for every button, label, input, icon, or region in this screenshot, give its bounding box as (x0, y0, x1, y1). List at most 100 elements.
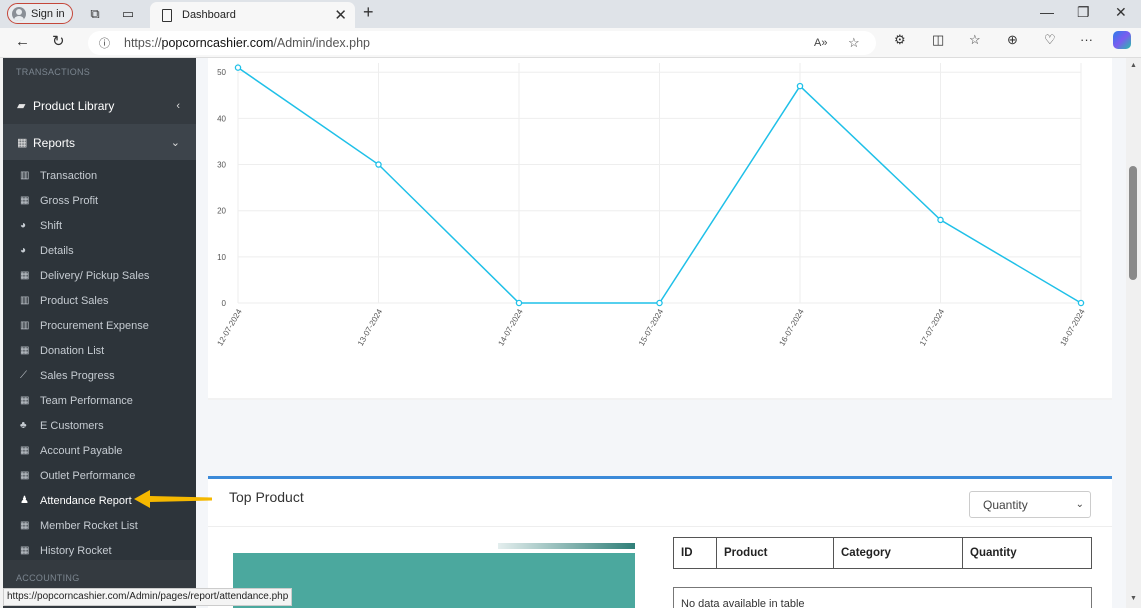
sidebar: TRANSACTIONS ▰ Product Library ‹ ▦ Repor… (3, 58, 196, 608)
read-aloud-icon[interactable]: A» (814, 37, 827, 49)
y-tick-label: 0 (222, 299, 227, 308)
restore-icon[interactable]: ❐ (1077, 4, 1090, 21)
info-icon[interactable]: ⓘ (99, 35, 110, 51)
tab-title: Dashboard (182, 9, 236, 21)
top-product-chart-area (233, 553, 635, 608)
url-domain: popcorncashier.com (161, 36, 274, 50)
y-tick-label: 10 (217, 253, 226, 262)
sidebar-item-gross-profit[interactable]: ▦ Gross Profit (3, 188, 196, 213)
sidebar-item-details[interactable]: ◕ Details (3, 238, 196, 263)
column-header-id[interactable]: ID (673, 537, 717, 569)
table-icon: ▦ (20, 470, 30, 481)
sidebar-item-label: Outlet Performance (40, 469, 136, 482)
sidebar-item-team-performance[interactable]: ▦ Team Performance (3, 388, 196, 413)
sidebar-item-label: Team Performance (40, 394, 133, 407)
sidebar-item-reports[interactable]: ▦ Reports ⌄ (3, 124, 196, 161)
table-icon: ▦ (20, 520, 30, 531)
chevron-down-icon: ⌄ (1075, 499, 1084, 510)
page-scrollbar[interactable]: ▲ ▼ (1126, 58, 1141, 608)
table-icon: ▦ (20, 345, 30, 356)
browser-essentials-icon[interactable]: ♡ (1044, 32, 1056, 48)
sidebar-item-e-customers[interactable]: ♣ E Customers (3, 413, 196, 438)
back-icon[interactable]: ← (15, 33, 30, 50)
sidebar-item-product-sales[interactable]: ▥ Product Sales (3, 288, 196, 313)
x-tick-label: 16-07-2024 (777, 307, 806, 347)
top-product-card: Top Product Quantity ⌄ ID Product Catego… (208, 476, 1112, 608)
users-icon: ♣ (20, 420, 27, 431)
more-menu-icon[interactable]: ··· (1080, 32, 1093, 47)
browser-tab-bar: Sign in ⧉ ▭ Dashboard ✕ + — ❐ ✕ (0, 0, 1141, 28)
x-tick-label: 14-07-2024 (496, 307, 525, 347)
sign-in-label: Sign in (31, 7, 65, 20)
column-header-quantity[interactable]: Quantity (962, 537, 1092, 569)
card-divider (208, 526, 1112, 527)
collections-icon[interactable]: ⊕ (1007, 32, 1018, 48)
refresh-icon[interactable]: ↻ (52, 32, 65, 50)
new-tab-icon[interactable]: + (363, 2, 374, 23)
chart-legend-gradient (498, 543, 635, 549)
column-header-product[interactable]: Product (716, 537, 834, 569)
status-bar-url: https://popcorncashier.com/Admin/pages/r… (3, 588, 293, 606)
favorite-star-icon[interactable]: ☆ (848, 35, 860, 51)
chevron-left-icon: ‹ (176, 99, 180, 112)
sidebar-item-label: Attendance Report (40, 494, 132, 507)
url-path: /Admin/index.php (273, 36, 370, 50)
profile-icon (12, 6, 26, 21)
x-tick-label: 13-07-2024 (356, 307, 385, 347)
bar-chart-icon: ▥ (20, 320, 30, 331)
x-tick-label: 17-07-2024 (918, 307, 947, 347)
book-icon: ▰ (17, 100, 26, 112)
sidebar-item-label: Shift (40, 219, 63, 232)
sidebar-item-delivery-pickup-sales[interactable]: ▦ Delivery/ Pickup Sales (3, 263, 196, 288)
split-screen-icon[interactable]: ◫ (932, 32, 944, 48)
sidebar-item-account-payable[interactable]: ▦ Account Payable (3, 438, 196, 463)
sidebar-item-label: Reports (33, 135, 76, 150)
sidebar-item-history-rocket[interactable]: ▦ History Rocket (3, 538, 196, 563)
copilot-icon[interactable] (1113, 31, 1131, 49)
scroll-down-icon[interactable]: ▼ (1130, 595, 1137, 602)
x-tick-label: 18-07-2024 (1058, 307, 1087, 347)
close-tab-icon[interactable]: ✕ (334, 6, 347, 24)
sidebar-item-sales-progress[interactable]: ⟋ Sales Progress (3, 363, 196, 388)
url-field[interactable]: ⓘ https://popcorncashier.com/Admin/index… (88, 31, 876, 55)
table-icon: ▦ (20, 395, 30, 406)
data-point (937, 216, 944, 224)
sidebar-item-label: E Customers (40, 419, 104, 432)
metric-select[interactable]: Quantity ⌄ (969, 491, 1091, 518)
sidebar-item-label: Gross Profit (40, 194, 99, 207)
sign-in-button[interactable]: Sign in (7, 3, 73, 24)
sidebar-item-donation-list[interactable]: ▦ Donation List (3, 338, 196, 363)
sidebar-item-label: Account Payable (40, 444, 123, 457)
page-icon (162, 8, 172, 22)
empty-table-message: No data available in table (673, 587, 1092, 608)
sales-line-chart: 0 10 20 30 40 50 12-07-2024 13-07-2024 14-07-202… (208, 63, 1112, 400)
x-tick-label: 12-07-2024 (215, 307, 244, 347)
workspaces-icon[interactable]: ⧉ (86, 5, 104, 23)
sidebar-item-product-library[interactable]: ▰ Product Library ‹ (3, 87, 196, 124)
extensions-icon[interactable]: ⚙ (894, 32, 906, 48)
sidebar-item-label: Details (40, 244, 74, 257)
table-icon: ▦ (20, 270, 30, 281)
line-chart-icon: ⟋ (20, 370, 27, 381)
sidebar-item-member-rocket-list[interactable]: ▦ Member Rocket List (3, 513, 196, 538)
sidebar-item-procurement-expense[interactable]: ▥ Procurement Expense (3, 313, 196, 338)
sidebar-item-label: Product Library (33, 98, 115, 113)
sidebar-item-shift[interactable]: ◕ Shift (3, 213, 196, 238)
sidebar-item-outlet-performance[interactable]: ▦ Outlet Performance (3, 463, 196, 488)
data-point (515, 299, 523, 307)
section-header-transactions: TRANSACTIONS (16, 67, 91, 77)
y-tick-label: 20 (217, 207, 226, 216)
data-point (796, 82, 804, 90)
sidebar-item-label: Transaction (40, 169, 98, 182)
tab-dashboard[interactable]: Dashboard ✕ (150, 2, 355, 28)
data-point (375, 161, 382, 168)
column-header-category[interactable]: Category (833, 537, 963, 569)
favorites-icon[interactable]: ☆ (969, 32, 981, 48)
scroll-up-icon[interactable]: ▲ (1130, 62, 1137, 69)
tab-actions-icon[interactable]: ▭ (119, 5, 137, 23)
sidebar-item-transaction[interactable]: ▥ Transaction (3, 163, 196, 188)
table-icon: ▦ (17, 137, 28, 149)
minimize-icon[interactable]: — (1040, 4, 1054, 20)
close-window-icon[interactable]: ✕ (1115, 4, 1127, 21)
scrollbar-thumb[interactable] (1129, 166, 1137, 280)
